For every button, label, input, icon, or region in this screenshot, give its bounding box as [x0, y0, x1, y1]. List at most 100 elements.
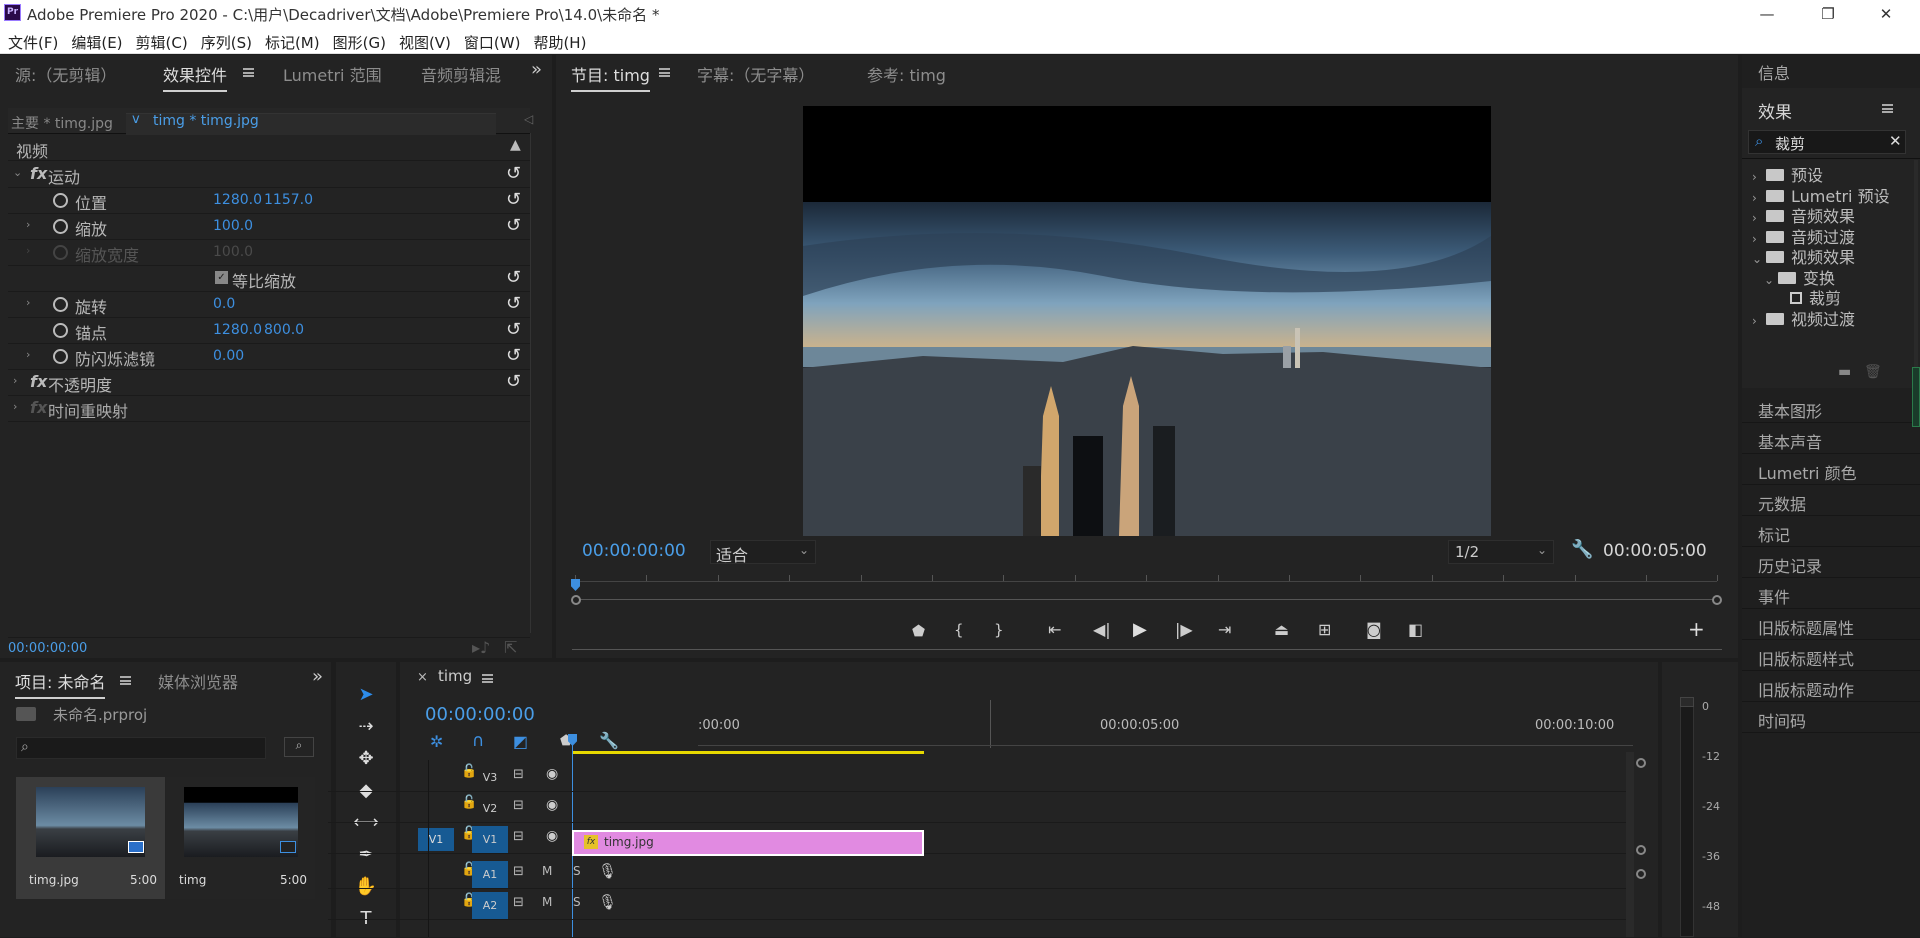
splitter[interactable]	[530, 133, 531, 633]
more-tabs-icon[interactable]: »	[312, 666, 323, 687]
effect-row[interactable]: › 旋转 0.0 ↺	[8, 292, 530, 318]
chevron-right-icon[interactable]: ›	[26, 348, 30, 361]
side-panel-5[interactable]: 历史记录	[1742, 547, 1920, 578]
zoom-handle-right[interactable]	[1712, 595, 1722, 605]
tab-lumetri-scopes[interactable]: Lumetri 范围	[283, 62, 382, 86]
effect-row[interactable]: › 防闪烁滤镜 0.00 ↺	[8, 344, 530, 370]
menu-edit[interactable]: 编辑(E)	[63, 28, 122, 53]
reset-icon[interactable]: ↺	[506, 267, 521, 288]
filter-icon[interactable]: ▸♪	[472, 638, 490, 657]
effect-row[interactable]: › 缩放宽度 100.0	[8, 240, 530, 266]
reset-icon[interactable]: ↺	[506, 371, 521, 392]
property-value-1[interactable]: 0.0	[213, 296, 235, 312]
step-forward-icon[interactable]: |▶	[1175, 620, 1193, 639]
reset-icon[interactable]: ↺	[506, 345, 521, 366]
track-target-v1[interactable]: V1	[472, 826, 508, 853]
tab-reference[interactable]: 参考: timg	[867, 62, 946, 86]
chevron-icon[interactable]: ›	[13, 400, 17, 413]
find-icon[interactable]: ⌕	[284, 737, 314, 757]
property-value-1[interactable]: 1280.0	[213, 322, 262, 338]
microphone-icon[interactable]: 🎙	[598, 862, 617, 880]
menu-graphics[interactable]: 图形(G)	[325, 28, 386, 53]
stopwatch-icon[interactable]	[53, 323, 68, 338]
sync-lock-icon[interactable]: ⊟	[513, 895, 524, 910]
zoom-handle-left[interactable]	[571, 595, 581, 605]
tab-audio-clip-mixer[interactable]: 音频剪辑混	[421, 62, 501, 86]
reset-icon[interactable]: ↺	[506, 189, 521, 210]
tab-program[interactable]: 节目: timg	[571, 62, 650, 92]
effect-row[interactable]: › 缩放 100.0 ↺	[8, 214, 530, 240]
timeline-timecode[interactable]: 00:00:00:00	[425, 704, 535, 725]
stopwatch-icon[interactable]	[53, 349, 68, 364]
program-timecode[interactable]: 00:00:00:00	[582, 541, 686, 561]
side-panel-6[interactable]: 事件	[1742, 578, 1920, 609]
new-bin-icon[interactable]: ▬	[1838, 364, 1851, 380]
reset-icon[interactable]: ↺	[506, 215, 521, 236]
effect-row[interactable]: ✓ 等比缩放 ↺	[8, 266, 530, 292]
menu-sequence[interactable]: 序列(S)	[193, 28, 252, 53]
audio-track-a1[interactable]: 🔓 A1 ⊟ M S 🎙	[328, 859, 1628, 889]
panel-menu-icon[interactable]	[243, 68, 254, 77]
project-item-1[interactable]: timg.jpg 5:00	[16, 777, 165, 899]
side-panel-8[interactable]: 旧版标题样式	[1742, 640, 1920, 671]
mark-in-icon[interactable]: {	[954, 621, 964, 639]
effects-scrollbar[interactable]	[1914, 160, 1918, 382]
side-panel-1[interactable]: 基本声音	[1742, 423, 1920, 454]
video-track-v3[interactable]: 🔓 V3 ⊟ ◉	[328, 762, 1628, 792]
selection-tool-icon[interactable]: ➤	[350, 684, 382, 714]
fx-icon[interactable]: fx	[30, 398, 47, 417]
effects-tree-item[interactable]: › 视频过渡	[1752, 306, 1855, 330]
mark-out-icon[interactable]: }	[994, 621, 1004, 639]
stopwatch-icon[interactable]	[53, 245, 68, 260]
lift-icon[interactable]: ⏏	[1274, 620, 1289, 639]
chevron-right-icon[interactable]: ›	[26, 244, 30, 257]
work-area-bar[interactable]	[572, 751, 924, 754]
wrench-icon[interactable]: 🔧	[1571, 539, 1593, 560]
program-playhead[interactable]	[571, 579, 580, 591]
tab-captions[interactable]: 字幕:（无字幕）	[697, 62, 814, 86]
eye-icon[interactable]: ◉	[546, 828, 558, 844]
reset-icon[interactable]: ↺	[506, 163, 521, 184]
step-back-icon[interactable]: ◀|	[1093, 620, 1111, 639]
solo-button[interactable]: S	[573, 864, 581, 878]
close-window-button[interactable]: ✕	[1863, 0, 1909, 28]
eye-icon[interactable]: ◉	[546, 766, 558, 782]
reset-icon[interactable]: ↺	[506, 293, 521, 314]
effect-controls-timecode[interactable]: 00:00:00:00	[8, 641, 87, 656]
video-track-v2[interactable]: 🔓 V2 ⊟ ◉	[328, 793, 1628, 823]
fx-icon[interactable]: fx	[30, 164, 47, 183]
scroll-handle-top[interactable]	[1636, 758, 1646, 768]
source-patch-button[interactable]: V1	[418, 828, 454, 851]
sync-lock-icon[interactable]: ⊟	[513, 829, 524, 844]
property-value-1[interactable]: 1280.0	[213, 192, 262, 208]
side-panel-3[interactable]: 元数据	[1742, 485, 1920, 516]
extract-icon[interactable]: ⊞	[1318, 620, 1331, 639]
effect-row[interactable]: 锚点 1280.0 800.0 ↺	[8, 318, 530, 344]
side-panel-0[interactable]: 基本图形	[1742, 392, 1920, 423]
eye-icon[interactable]: ◉	[546, 797, 558, 813]
side-panel-9[interactable]: 旧版标题动作	[1742, 671, 1920, 702]
panel-menu-icon[interactable]	[120, 676, 131, 685]
property-value-2[interactable]: 800.0	[264, 322, 304, 338]
sequence-tab[interactable]: timg	[438, 667, 472, 685]
fit-dropdown[interactable]: 适合 ⌄	[710, 540, 816, 565]
clear-search-icon[interactable]: ✕	[1889, 132, 1902, 150]
add-button-icon[interactable]: +	[1688, 617, 1705, 641]
scroll-up-icon[interactable]: ▲	[510, 137, 521, 153]
checkbox-icon[interactable]: ✓	[215, 271, 228, 284]
timeline-ruler[interactable]	[698, 745, 1633, 746]
property-value-2[interactable]: 1157.0	[264, 192, 313, 208]
property-value-1[interactable]: 100.0	[213, 218, 253, 234]
collapse-icon[interactable]: ◁	[524, 112, 533, 126]
snap-magnet-icon[interactable]: ∩	[472, 731, 484, 751]
timeline-scrollbar[interactable]	[1626, 752, 1634, 937]
microphone-icon[interactable]: 🎙	[598, 893, 617, 911]
video-track-v1[interactable]: V1 🔓 V1 ⊟ ◉	[328, 824, 1628, 854]
track-target-a1[interactable]: A1	[472, 861, 508, 888]
add-marker-icon[interactable]: ⬟	[912, 622, 925, 640]
effects-search-input[interactable]: ⌕ 裁剪 ✕	[1748, 130, 1906, 154]
solo-button[interactable]: S	[573, 895, 581, 909]
zoom-bar[interactable]	[575, 599, 1717, 600]
menu-file[interactable]: 文件(F)	[0, 28, 58, 53]
camera-icon[interactable]: ◙	[1366, 620, 1382, 639]
